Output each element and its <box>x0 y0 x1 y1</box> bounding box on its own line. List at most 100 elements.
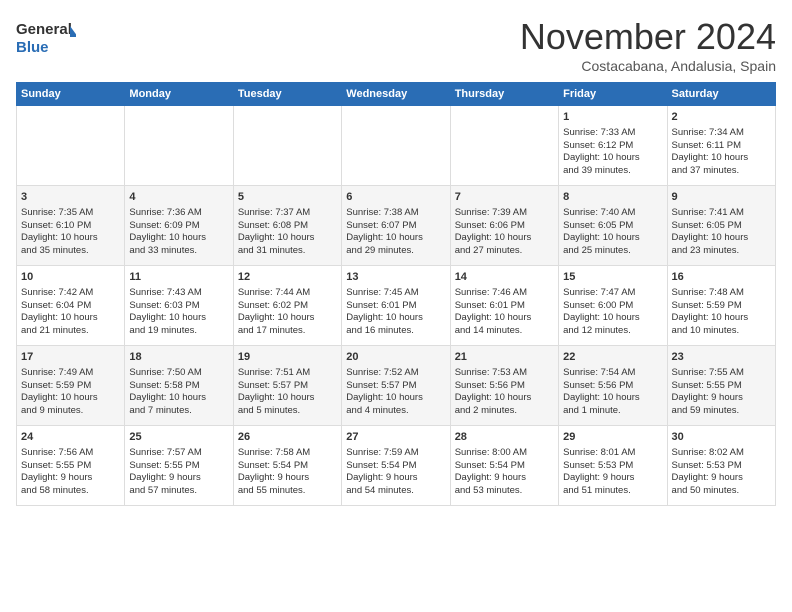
calendar-cell: 16Sunrise: 7:48 AMSunset: 5:59 PMDayligh… <box>667 266 775 346</box>
day-info: Sunrise: 8:01 AM <box>563 447 662 460</box>
calendar-cell: 27 Sunrise: 7:59 AMSunset: 5:54 PMDayligh… <box>342 426 450 506</box>
day-info: Sunrise: 7:42 AM <box>21 287 120 300</box>
logo: General Blue <box>16 16 76 58</box>
day-info: Sunset: 6:05 PM <box>672 220 771 233</box>
day-info: Sunrise: 7:45 AM <box>346 287 445 300</box>
day-info: Daylight: 10 hours <box>672 312 771 325</box>
calendar-cell: 30Sunrise: 8:02 AMSunset: 5:53 PMDayligh… <box>667 426 775 506</box>
day-info: Sunset: 5:56 PM <box>563 380 662 393</box>
day-number: 17 <box>21 350 120 365</box>
day-info: and 2 minutes. <box>455 405 554 418</box>
day-info: Sunrise: 7:54 AM <box>563 367 662 380</box>
day-info: and 23 minutes. <box>672 245 771 258</box>
calendar-cell: 14 Sunrise: 7:46 AMSunset: 6:01 PMDayligh… <box>450 266 558 346</box>
day-number: 10 <box>21 270 120 285</box>
day-info: Sunset: 5:53 PM <box>563 460 662 473</box>
day-info: Sunset: 5:54 PM <box>346 460 445 473</box>
calendar-cell: 7Sunrise: 7:39 AMSunset: 6:06 PMDaylight… <box>450 186 558 266</box>
day-number: 12 <box>238 270 337 285</box>
day-info: Sunrise: 7:38 AM <box>346 207 445 220</box>
day-info: Daylight: 9 hours <box>346 472 445 485</box>
day-number: 8 <box>563 190 662 205</box>
day-info: and 54 minutes. <box>346 485 445 498</box>
col-header-monday: Monday <box>125 83 233 106</box>
calendar-cell: 3Sunrise: 7:35 AMSunset: 6:10 PMDaylight… <box>17 186 125 266</box>
calendar-cell: 15Sunrise: 7:47 AMSunset: 6:00 PMDayligh… <box>559 266 667 346</box>
day-info: Sunrise: 7:57 AM <box>129 447 228 460</box>
day-info: Daylight: 10 hours <box>238 392 337 405</box>
calendar-cell: 23Sunrise: 7:55 AMSunset: 5:55 PMDayligh… <box>667 346 775 426</box>
day-number: 14 <box>455 270 554 285</box>
day-info: Daylight: 10 hours <box>21 232 120 245</box>
day-info: Sunrise: 7:49 AM <box>21 367 120 380</box>
day-info: Sunset: 5:55 PM <box>129 460 228 473</box>
day-info: Sunrise: 7:58 AM <box>238 447 337 460</box>
day-info: and 59 minutes. <box>672 405 771 418</box>
day-number: 11 <box>129 270 228 285</box>
day-info: Sunset: 6:12 PM <box>563 140 662 153</box>
day-info: Sunrise: 7:59 AM <box>346 447 445 460</box>
day-info: Daylight: 10 hours <box>455 392 554 405</box>
day-info: Daylight: 10 hours <box>672 232 771 245</box>
day-info: Sunrise: 7:50 AM <box>129 367 228 380</box>
day-number: 26 <box>238 430 337 445</box>
day-info: Sunset: 6:02 PM <box>238 300 337 313</box>
calendar-cell: 28Sunrise: 8:00 AMSunset: 5:54 PMDayligh… <box>450 426 558 506</box>
day-number: 27 <box>346 430 445 445</box>
calendar-cell: 6Sunrise: 7:38 AMSunset: 6:07 PMDaylight… <box>342 186 450 266</box>
calendar-cell: 2Sunrise: 7:34 AMSunset: 6:11 PMDaylight… <box>667 106 775 186</box>
calendar-cell: 20Sunrise: 7:52 AMSunset: 5:57 PMDayligh… <box>342 346 450 426</box>
header-row: SundayMondayTuesdayWednesdayThursdayFrid… <box>17 83 776 106</box>
day-number: 18 <box>129 350 228 365</box>
day-info: Daylight: 10 hours <box>346 392 445 405</box>
day-info: Daylight: 10 hours <box>455 312 554 325</box>
day-info: Sunrise: 7:47 AM <box>563 287 662 300</box>
day-info: Daylight: 10 hours <box>238 312 337 325</box>
day-info: and 10 minutes. <box>672 325 771 338</box>
day-info: Sunset: 6:03 PM <box>129 300 228 313</box>
day-number: 15 <box>563 270 662 285</box>
calendar-cell: 4Sunrise: 7:36 AMSunset: 6:09 PMDaylight… <box>125 186 233 266</box>
calendar-cell: 8Sunrise: 7:40 AMSunset: 6:05 PMDaylight… <box>559 186 667 266</box>
day-number: 20 <box>346 350 445 365</box>
col-header-wednesday: Wednesday <box>342 83 450 106</box>
day-number: 28 <box>455 430 554 445</box>
day-info: Sunset: 5:55 PM <box>21 460 120 473</box>
day-info: Sunset: 5:58 PM <box>129 380 228 393</box>
calendar-cell: 17Sunrise: 7:49 AMSunset: 5:59 PMDayligh… <box>17 346 125 426</box>
day-info: Sunrise: 7:34 AM <box>672 127 771 140</box>
day-info: Daylight: 10 hours <box>129 392 228 405</box>
location: Costacabana, Andalusia, Spain <box>520 58 776 74</box>
calendar-cell: 12 Sunrise: 7:44 AMSunset: 6:02 PMDayligh… <box>233 266 341 346</box>
calendar-cell <box>233 106 341 186</box>
day-info: and 21 minutes. <box>21 325 120 338</box>
svg-text:Blue: Blue <box>16 39 49 56</box>
day-info: and 27 minutes. <box>455 245 554 258</box>
day-info: and 5 minutes. <box>238 405 337 418</box>
day-info: Sunset: 6:01 PM <box>455 300 554 313</box>
day-info: and 39 minutes. <box>563 165 662 178</box>
day-info: Daylight: 10 hours <box>21 312 120 325</box>
day-info: and 29 minutes. <box>346 245 445 258</box>
calendar-cell: 22Sunrise: 7:54 AMSunset: 5:56 PMDayligh… <box>559 346 667 426</box>
day-info: Sunset: 6:01 PM <box>346 300 445 313</box>
day-info: Daylight: 9 hours <box>672 392 771 405</box>
month-title: November 2024 <box>520 16 776 58</box>
day-info: and 14 minutes. <box>455 325 554 338</box>
day-info: Daylight: 10 hours <box>129 312 228 325</box>
day-info: Sunset: 5:57 PM <box>238 380 337 393</box>
day-info: and 53 minutes. <box>455 485 554 498</box>
day-info: Daylight: 10 hours <box>455 232 554 245</box>
day-number: 22 <box>563 350 662 365</box>
col-header-saturday: Saturday <box>667 83 775 106</box>
week-row-4: 17Sunrise: 7:49 AMSunset: 5:59 PMDayligh… <box>17 346 776 426</box>
day-info: and 57 minutes. <box>129 485 228 498</box>
day-info: Sunset: 5:59 PM <box>672 300 771 313</box>
week-row-3: 10Sunrise: 7:42 AMSunset: 6:04 PMDayligh… <box>17 266 776 346</box>
day-info: Sunrise: 7:44 AM <box>238 287 337 300</box>
day-number: 21 <box>455 350 554 365</box>
day-info: Sunrise: 7:46 AM <box>455 287 554 300</box>
day-info: and 16 minutes. <box>346 325 445 338</box>
col-header-friday: Friday <box>559 83 667 106</box>
day-info: Daylight: 10 hours <box>563 152 662 165</box>
